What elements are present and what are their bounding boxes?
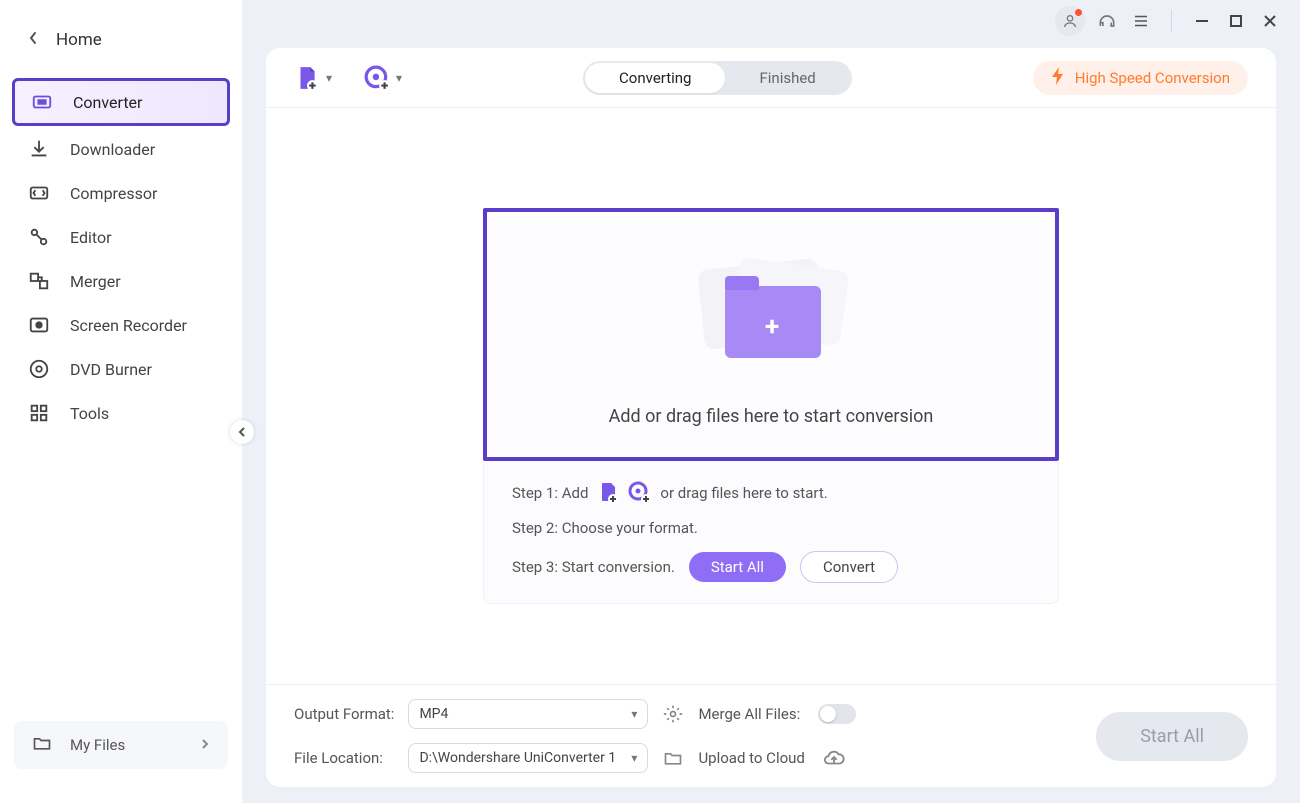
footer: Output Format: MP4 ▾ Merge All Files: St… bbox=[266, 684, 1276, 787]
output-format-select[interactable]: MP4 ▾ bbox=[408, 699, 648, 729]
sidebar-item-label: Converter bbox=[73, 93, 142, 112]
sidebar-item-tools[interactable]: Tools bbox=[12, 392, 230, 434]
file-location-select[interactable]: D:\Wondershare UniConverter 1 ▾ bbox=[408, 743, 648, 773]
start-all-main-button[interactable]: Start All bbox=[1096, 712, 1248, 761]
tab-label: Finished bbox=[759, 69, 815, 87]
convert-button[interactable]: Convert bbox=[800, 551, 898, 583]
chevron-left-icon bbox=[28, 30, 38, 50]
my-files-label: My Files bbox=[70, 736, 125, 754]
sidebar-item-label: DVD Burner bbox=[70, 360, 152, 379]
titlebar bbox=[242, 0, 1300, 42]
steps-panel: Step 1: Add or drag files here to start.… bbox=[483, 461, 1059, 604]
sidebar-item-merger[interactable]: Merger bbox=[12, 260, 230, 302]
merge-label: Merge All Files: bbox=[698, 705, 800, 723]
notification-dot-icon bbox=[1075, 9, 1082, 16]
screen-recorder-icon bbox=[28, 314, 50, 336]
add-disc-button[interactable]: ▾ bbox=[364, 65, 402, 91]
upload-cloud-label: Upload to Cloud bbox=[698, 749, 804, 767]
add-file-icon[interactable] bbox=[596, 481, 620, 505]
sidebar-item-label: Downloader bbox=[70, 140, 155, 159]
tab-group: Converting Finished bbox=[583, 61, 852, 95]
download-icon bbox=[28, 138, 50, 160]
sidebar-item-screen-recorder[interactable]: Screen Recorder bbox=[12, 304, 230, 346]
sidebar-collapse-button[interactable] bbox=[230, 420, 254, 444]
account-button[interactable] bbox=[1055, 6, 1085, 36]
sidebar-item-editor[interactable]: Editor bbox=[12, 216, 230, 258]
sidebar-item-downloader[interactable]: Downloader bbox=[12, 128, 230, 170]
support-button[interactable] bbox=[1095, 9, 1119, 33]
sidebar-item-label: Compressor bbox=[70, 184, 157, 203]
tab-converting[interactable]: Converting bbox=[585, 63, 725, 93]
compress-icon bbox=[28, 182, 50, 204]
tab-label: Converting bbox=[619, 69, 691, 87]
maximize-button[interactable] bbox=[1224, 9, 1248, 33]
output-format-value: MP4 bbox=[419, 706, 448, 722]
sidebar-item-label: Editor bbox=[70, 228, 111, 247]
add-file-button[interactable]: ▾ bbox=[294, 65, 332, 91]
minimize-button[interactable] bbox=[1190, 9, 1214, 33]
add-disc-icon[interactable] bbox=[628, 481, 652, 505]
high-speed-label: High Speed Conversion bbox=[1075, 69, 1230, 87]
open-folder-icon[interactable] bbox=[662, 747, 684, 769]
nav-home-label: Home bbox=[56, 30, 102, 50]
merge-toggle[interactable] bbox=[818, 704, 856, 724]
sidebar-item-label: Tools bbox=[70, 404, 109, 423]
step2-text: Step 2: Choose your format. bbox=[512, 519, 1030, 537]
step1-text-a: Step 1: Add bbox=[512, 484, 588, 502]
sidebar-item-label: Screen Recorder bbox=[70, 316, 187, 335]
chevron-down-icon: ▾ bbox=[631, 707, 637, 721]
folder-icon bbox=[32, 733, 52, 757]
main-panel: ▾ ▾ Converting Finished bbox=[266, 48, 1276, 787]
step1-text-b: or drag files here to start. bbox=[660, 484, 827, 502]
separator bbox=[1171, 10, 1172, 32]
cloud-icon[interactable] bbox=[823, 747, 845, 769]
chevron-down-icon: ▾ bbox=[326, 71, 332, 85]
converter-icon bbox=[31, 91, 53, 113]
start-all-button[interactable]: Start All bbox=[689, 552, 786, 582]
add-folder-icon: + bbox=[691, 256, 851, 376]
file-location-value: D:\Wondershare UniConverter 1 bbox=[419, 750, 616, 766]
sidebar-item-label: Merger bbox=[70, 272, 121, 291]
dropzone-text: Add or drag files here to start conversi… bbox=[609, 406, 934, 427]
dvd-icon bbox=[28, 358, 50, 380]
step3-text: Step 3: Start conversion. bbox=[512, 558, 675, 576]
tab-finished[interactable]: Finished bbox=[725, 63, 849, 93]
output-format-label: Output Format: bbox=[294, 705, 394, 723]
chevron-down-icon: ▾ bbox=[631, 751, 637, 765]
editor-icon bbox=[28, 226, 50, 248]
sidebar: Home Converter Downloader Compressor bbox=[0, 0, 242, 803]
file-location-label: File Location: bbox=[294, 749, 394, 767]
nav-home[interactable]: Home bbox=[0, 20, 242, 78]
sidebar-item-converter[interactable]: Converter bbox=[12, 78, 230, 126]
my-files-button[interactable]: My Files bbox=[14, 721, 228, 769]
menu-button[interactable] bbox=[1129, 9, 1153, 33]
close-button[interactable] bbox=[1258, 9, 1282, 33]
high-speed-badge[interactable]: High Speed Conversion bbox=[1033, 61, 1248, 95]
merger-icon bbox=[28, 270, 50, 292]
lightning-icon bbox=[1051, 67, 1065, 89]
chevron-right-icon bbox=[200, 736, 210, 754]
dropzone[interactable]: + Add or drag files here to start conver… bbox=[483, 208, 1059, 461]
chevron-down-icon: ▾ bbox=[396, 71, 402, 85]
tools-icon bbox=[28, 402, 50, 424]
sidebar-item-dvd-burner[interactable]: DVD Burner bbox=[12, 348, 230, 390]
settings-icon[interactable] bbox=[662, 703, 684, 725]
sidebar-item-compressor[interactable]: Compressor bbox=[12, 172, 230, 214]
